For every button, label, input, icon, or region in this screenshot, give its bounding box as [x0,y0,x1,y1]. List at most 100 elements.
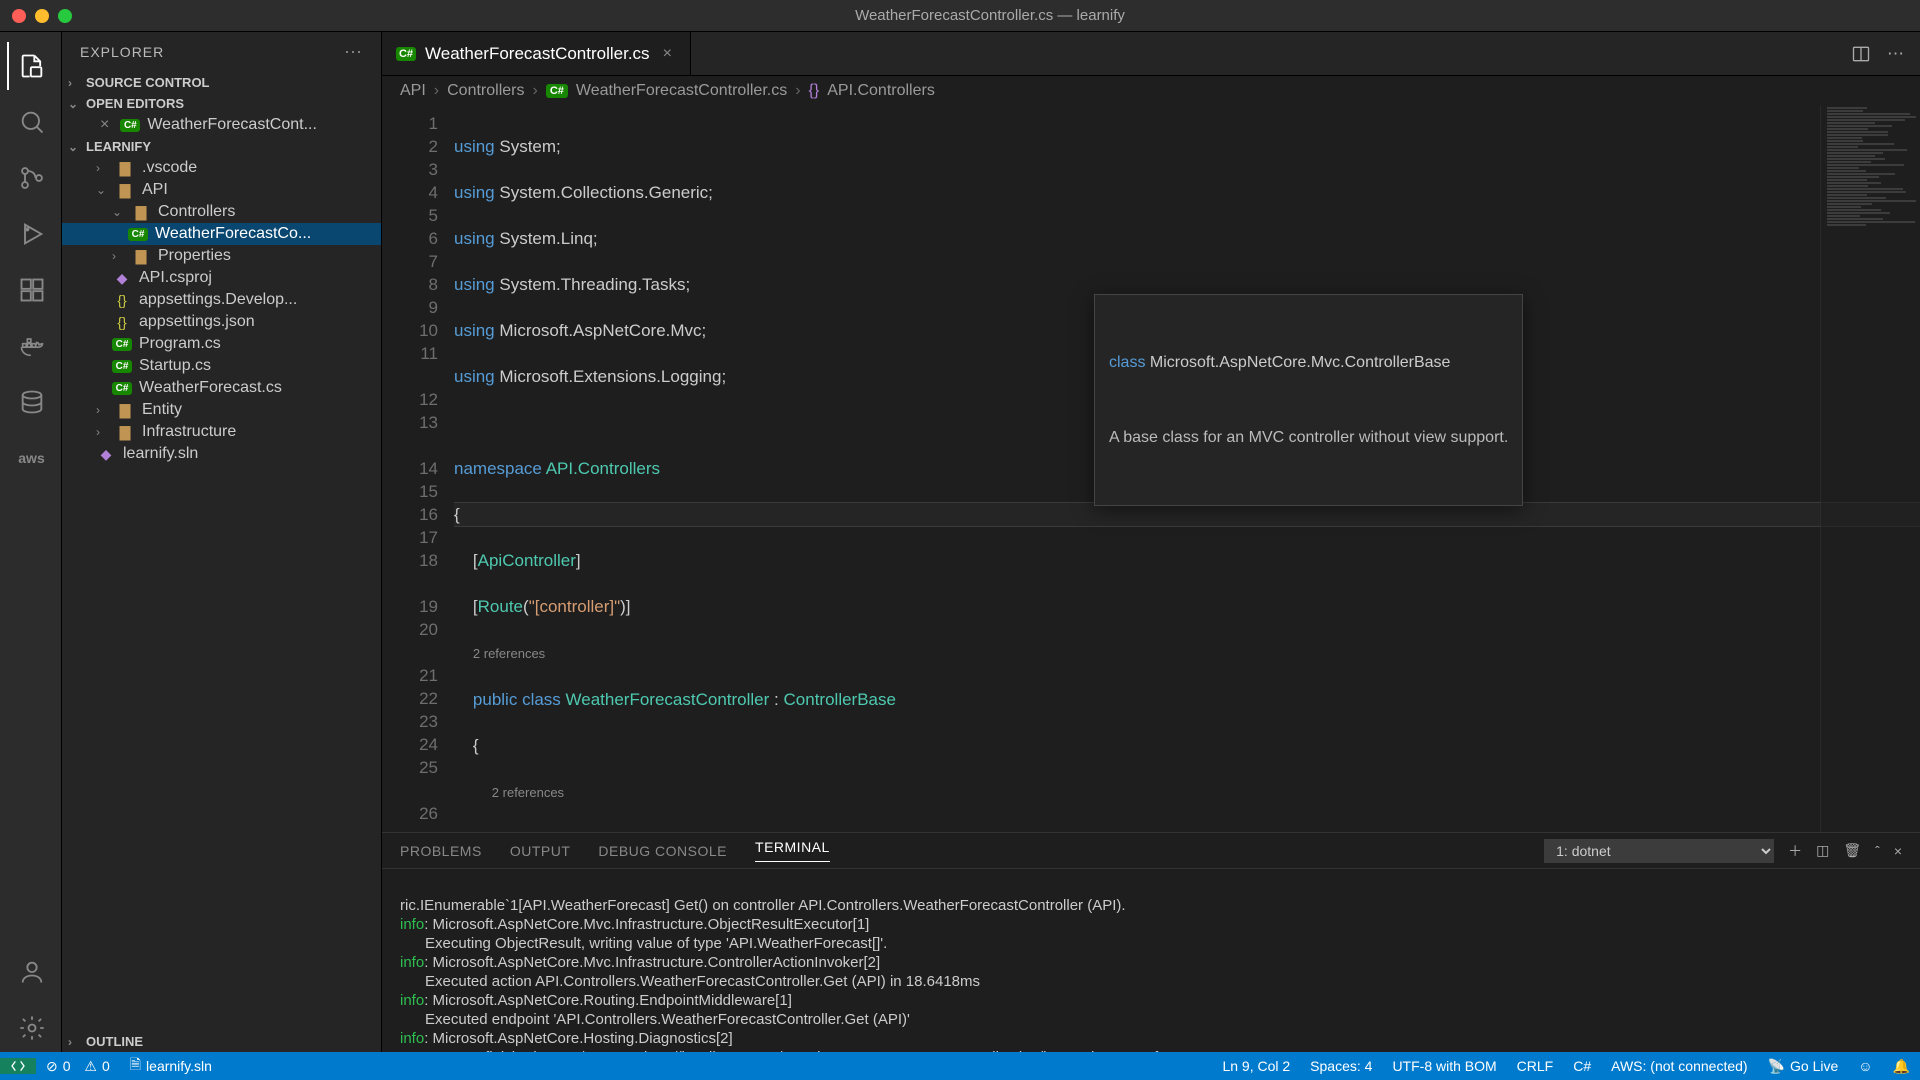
terminal-selector[interactable]: 1: dotnet [1544,839,1774,863]
breadcrumb-item[interactable]: Controllers [447,82,524,100]
explorer-header: EXPLORER ⋯ [62,32,381,72]
close-editor-icon[interactable]: × [96,116,113,134]
tree-entity-folder[interactable]: ›▇Entity [62,399,381,421]
csharp-file-icon: C# [112,338,132,351]
tree-appsettings-file[interactable]: {}appsettings.json [62,311,381,333]
tree-appsettings-dev-file[interactable]: {}appsettings.Develop... [62,289,381,311]
section-outline[interactable]: ›OUTLINE [62,1031,381,1052]
aws-icon[interactable]: aws [7,434,55,482]
tree-weatherforecast-file[interactable]: C#WeatherForecast.cs [62,377,381,399]
namespace-icon: {} [809,82,820,100]
status-bell-icon[interactable]: 🔔 [1883,1058,1920,1075]
panel-tab-output[interactable]: OUTPUT [510,843,571,859]
main-layout: aws EXPLORER ⋯ ›SOURCE CONTROL ⌄OPEN EDI… [0,32,1920,1052]
database-icon[interactable] [7,378,55,426]
csharp-file-icon: C# [112,382,132,395]
explorer-title: EXPLORER [80,44,164,60]
tree-csproj-file[interactable]: ◆API.csproj [62,267,381,289]
status-encoding[interactable]: UTF-8 with BOM [1382,1058,1506,1074]
close-panel-icon[interactable]: × [1894,843,1902,859]
csproj-file-icon: ◆ [112,270,132,287]
source-control-icon[interactable] [7,154,55,202]
panel-tab-debug-console[interactable]: DEBUG CONSOLE [598,843,727,859]
kill-terminal-icon[interactable]: 🗑 [1843,842,1861,859]
split-terminal-icon[interactable]: ◫ [1816,842,1829,859]
terminal-output[interactable]: ric.IEnumerable`1[API.WeatherForecast] G… [382,869,1920,1052]
section-source-control[interactable]: ›SOURCE CONTROL [62,72,381,93]
status-eol[interactable]: CRLF [1507,1058,1564,1074]
status-sln[interactable]: 🗎learnify.sln [120,1054,222,1078]
minimize-window-button[interactable] [35,9,49,23]
status-go-live[interactable]: 📡Go Live [1758,1058,1849,1075]
search-icon[interactable] [7,98,55,146]
more-actions-icon[interactable]: ⋯ [1887,44,1904,64]
folder-icon: ▇ [115,160,135,177]
status-bar: ⊘0 ⚠0 🗎learnify.sln Ln 9, Col 2 Spaces: … [0,1052,1920,1080]
breadcrumb-item[interactable]: WeatherForecastController.cs [576,82,787,100]
section-workspace[interactable]: ⌄LEARNIFY [62,136,381,157]
hover-tooltip: class Microsoft.AspNetCore.Mvc.Controlle… [1094,294,1523,506]
csharp-file-icon: C# [112,360,132,373]
status-indent[interactable]: Spaces: 4 [1300,1058,1382,1074]
codelens-references[interactable]: 2 references [492,785,564,800]
line-number-gutter: 1234567891011 1213 1415161718 1920 21222… [382,106,454,832]
remote-indicator[interactable] [0,1058,36,1074]
tree-program-file[interactable]: C#Program.cs [62,333,381,355]
extensions-icon[interactable] [7,266,55,314]
status-errors[interactable]: ⊘0 ⚠0 [36,1058,120,1075]
status-language[interactable]: C# [1563,1058,1601,1074]
tree-weatherforecast-controller-file[interactable]: C#WeatherForecastCo... [62,223,381,245]
tree-api-folder[interactable]: ⌄▇API [62,179,381,201]
codelens-references[interactable]: 2 references [473,646,545,661]
window-controls [12,9,72,23]
breadcrumb-item[interactable]: API [400,82,426,100]
maximize-window-button[interactable] [58,9,72,23]
tree-controllers-folder[interactable]: ⌄▇Controllers [62,201,381,223]
account-icon[interactable] [7,948,55,996]
tree-infrastructure-folder[interactable]: ›▇Infrastructure [62,421,381,443]
editor-area: C# WeatherForecastController.cs × ⋯ API›… [382,32,1920,1052]
open-editor-label: WeatherForecastCont... [147,116,317,134]
close-tab-icon[interactable]: × [659,45,676,63]
csharp-file-icon: C# [128,228,148,241]
breadcrumb-item[interactable]: API.Controllers [827,82,935,100]
bottom-panel: PROBLEMS OUTPUT DEBUG CONSOLE TERMINAL 1… [382,832,1920,1052]
minimap[interactable] [1820,106,1920,832]
maximize-panel-icon[interactable]: ˆ [1875,843,1880,859]
settings-gear-icon[interactable] [7,1004,55,1052]
status-cursor-position[interactable]: Ln 9, Col 2 [1212,1058,1300,1074]
open-editor-item[interactable]: × C# WeatherForecastCont... [62,114,381,136]
explorer-icon[interactable] [7,42,55,90]
breadcrumb[interactable]: API› Controllers› C# WeatherForecastCont… [382,76,1920,106]
json-file-icon: {} [112,314,132,330]
folder-icon: ▇ [115,402,135,419]
panel-tabs: PROBLEMS OUTPUT DEBUG CONSOLE TERMINAL 1… [382,833,1920,869]
explorer-sidebar: EXPLORER ⋯ ›SOURCE CONTROL ⌄OPEN EDITORS… [62,32,382,1052]
tree-vscode-folder[interactable]: ›▇.vscode [62,157,381,179]
folder-icon: ▇ [131,248,151,265]
explorer-more-icon[interactable]: ⋯ [344,42,363,63]
status-feedback-icon[interactable]: ☺ [1848,1058,1882,1074]
panel-tab-terminal[interactable]: TERMINAL [755,839,830,862]
run-debug-icon[interactable] [7,210,55,258]
activity-bar: aws [0,32,62,1052]
code-editor[interactable]: 1234567891011 1213 1415161718 1920 21222… [382,106,1920,832]
status-aws[interactable]: AWS: (not connected) [1601,1058,1757,1074]
csharp-file-icon: C# [120,119,140,132]
panel-tab-problems[interactable]: PROBLEMS [400,843,482,859]
tree-properties-folder[interactable]: ›▇Properties [62,245,381,267]
editor-tab-active[interactable]: C# WeatherForecastController.cs × [382,32,691,75]
tab-label: WeatherForecastController.cs [425,44,650,64]
csharp-file-icon: C# [546,84,568,98]
new-terminal-icon[interactable]: ＋ [1788,841,1802,861]
close-window-button[interactable] [12,9,26,23]
split-editor-icon[interactable] [1851,44,1871,64]
folder-icon: ▇ [115,182,135,199]
section-open-editors[interactable]: ⌄OPEN EDITORS [62,93,381,114]
tree-startup-file[interactable]: C#Startup.cs [62,355,381,377]
code-content[interactable]: using System; using System.Collections.G… [454,106,1920,832]
docker-icon[interactable] [7,322,55,370]
window-title: WeatherForecastController.cs — learnify [72,7,1908,24]
tree-sln-file[interactable]: ◆learnify.sln [62,443,381,465]
csharp-file-icon: C# [396,47,416,61]
